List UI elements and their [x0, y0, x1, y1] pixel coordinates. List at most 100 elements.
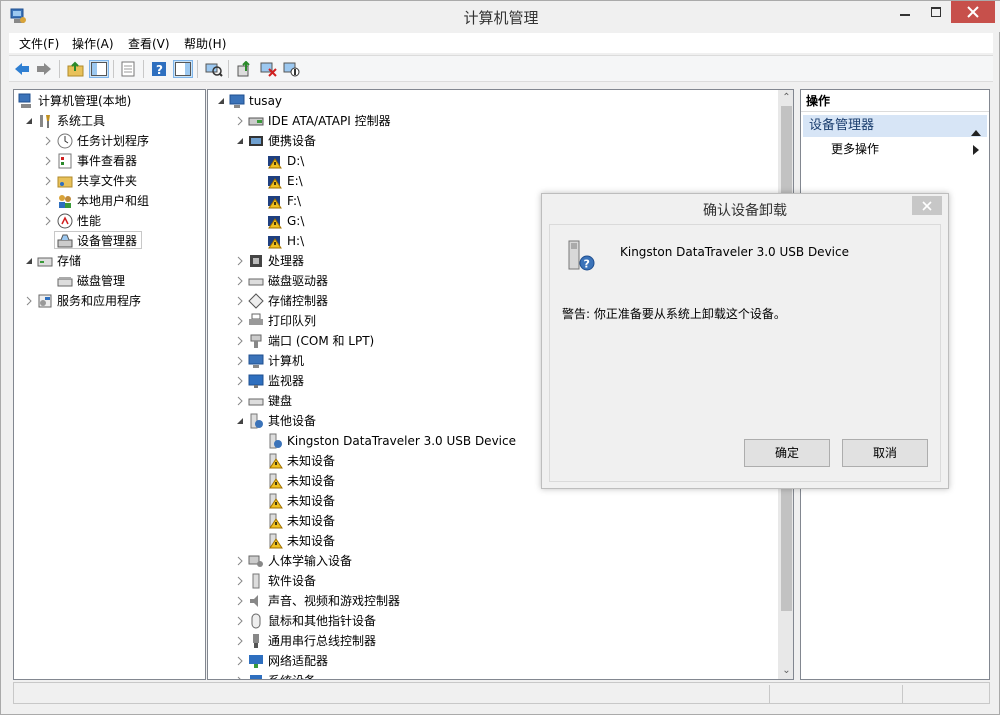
expand-icon[interactable]: [43, 131, 53, 151]
expand-icon[interactable]: [235, 331, 245, 351]
expand-icon[interactable]: [43, 191, 53, 211]
device-tree-label: Kingston DataTraveler 3.0 USB Device: [287, 434, 516, 448]
tree-label: 设备管理器: [77, 234, 138, 248]
expand-icon[interactable]: [235, 251, 245, 271]
minimize-button[interactable]: [887, 1, 923, 23]
speaker-icon: [248, 593, 264, 609]
expand-icon[interactable]: [235, 291, 245, 311]
expand-icon[interactable]: [43, 171, 53, 191]
device-tree-label: 其他设备: [268, 414, 317, 428]
cancel-button[interactable]: 取消: [842, 439, 928, 467]
menu-file[interactable]: 文件(F): [19, 35, 59, 52]
scroll-up-icon[interactable]: ⌃: [781, 92, 792, 104]
drive-warning-icon: [267, 193, 283, 209]
collapse-icon[interactable]: [235, 411, 245, 431]
toolbar-separator: [113, 60, 114, 78]
toolbar: ?: [9, 55, 993, 82]
expand-icon[interactable]: [235, 571, 245, 591]
status-segment: [902, 685, 990, 703]
scan-hardware-icon[interactable]: [204, 60, 224, 78]
properties-icon[interactable]: [119, 60, 139, 78]
device-tree-label: 鼠标和其他指针设备: [268, 614, 377, 628]
disable-icon[interactable]: [282, 60, 302, 78]
expand-icon[interactable]: [235, 631, 245, 651]
actions-section-device-manager[interactable]: 设备管理器: [803, 115, 987, 137]
update-driver-icon[interactable]: [235, 60, 255, 78]
users-icon: [57, 193, 73, 209]
console-tree-pane: 计算机管理(本地) 系统工具 任务计划程序 事件查看器 共享文件夹 本地用户和组…: [13, 89, 206, 680]
ok-button[interactable]: 确定: [744, 439, 830, 467]
printer-icon: [248, 313, 264, 329]
expand-icon[interactable]: [43, 211, 53, 231]
menu-help[interactable]: 帮助(H): [184, 35, 226, 52]
port-icon: [248, 333, 264, 349]
maximize-button[interactable]: [923, 1, 949, 23]
up-folder-icon[interactable]: [66, 60, 86, 78]
monitor-icon: [248, 373, 264, 389]
computer-management-icon: [18, 93, 34, 109]
status-segment: [769, 685, 902, 703]
device-tree-label: 未知设备: [287, 514, 336, 528]
device-tree-label: 通用串行总线控制器: [268, 634, 377, 648]
menu-action[interactable]: 操作(A): [72, 35, 114, 52]
expand-icon[interactable]: [235, 271, 245, 291]
usb-icon: [248, 633, 264, 649]
device-tree-label: 监视器: [268, 374, 305, 388]
expand-icon[interactable]: [235, 371, 245, 391]
back-icon[interactable]: [12, 60, 32, 78]
tree-label: 任务计划程序: [77, 134, 150, 148]
action-pane-icon[interactable]: [173, 60, 193, 78]
device-tree-label: 便携设备: [268, 134, 317, 148]
toolbar-separator: [197, 60, 198, 78]
expand-icon[interactable]: [235, 591, 245, 611]
expand-icon[interactable]: [24, 291, 34, 311]
unknown-device-warning-icon: [267, 453, 283, 469]
show-tree-icon[interactable]: [89, 60, 109, 78]
help-icon[interactable]: ?: [150, 60, 170, 78]
network-adapter-icon: [248, 653, 264, 669]
expand-icon[interactable]: [235, 351, 245, 371]
expand-icon[interactable]: [235, 551, 245, 571]
storage-controller-icon: [248, 293, 264, 309]
tree-label: 服务和应用程序: [57, 294, 142, 308]
event-viewer-icon: [57, 153, 73, 169]
tree-label: 存储: [57, 254, 82, 268]
drive-warning-icon: [267, 213, 283, 229]
uninstall-icon[interactable]: [259, 60, 279, 78]
expand-icon[interactable]: [43, 151, 53, 171]
device-tree-label: 声音、视频和游戏控制器: [268, 594, 401, 608]
window-title: 计算机管理: [463, 9, 539, 27]
title-bar[interactable]: 计算机管理: [1, 1, 1000, 32]
tree-label: 计算机管理(本地): [38, 94, 132, 108]
collapse-icon[interactable]: [24, 111, 34, 131]
services-icon: [37, 293, 53, 309]
device-tree-label: 处理器: [268, 254, 305, 268]
scroll-down-icon[interactable]: ⌄: [781, 665, 792, 677]
more-actions-item[interactable]: 更多操作: [831, 140, 879, 157]
storage-icon: [37, 253, 53, 269]
close-button[interactable]: [951, 1, 995, 23]
expand-icon[interactable]: [235, 611, 245, 631]
processor-icon: [248, 253, 264, 269]
collapse-up-icon[interactable]: [971, 122, 981, 144]
expand-icon[interactable]: [235, 111, 245, 131]
submenu-arrow-icon: [973, 144, 979, 158]
forward-icon[interactable]: [34, 60, 54, 78]
expand-icon[interactable]: [235, 391, 245, 411]
expand-icon[interactable]: [235, 651, 245, 671]
expand-icon[interactable]: [235, 671, 245, 679]
collapse-icon[interactable]: [216, 91, 226, 111]
collapse-icon[interactable]: [235, 131, 245, 151]
expand-icon[interactable]: [235, 311, 245, 331]
menu-view[interactable]: 查看(V): [128, 35, 170, 52]
dialog-device-name: Kingston DataTraveler 3.0 USB Device: [620, 245, 849, 259]
device-tree-label: H:\: [287, 234, 305, 248]
dialog-body: ? Kingston DataTraveler 3.0 USB Device 警…: [549, 224, 941, 482]
unknown-device-warning-icon: [267, 473, 283, 489]
toolbar-separator: [228, 60, 229, 78]
collapse-icon[interactable]: [24, 251, 34, 271]
dialog-close-button[interactable]: [912, 196, 942, 215]
unknown-device-icon: ?: [563, 239, 597, 273]
computer-icon: [248, 353, 264, 369]
unknown-device-icon: [267, 433, 283, 449]
